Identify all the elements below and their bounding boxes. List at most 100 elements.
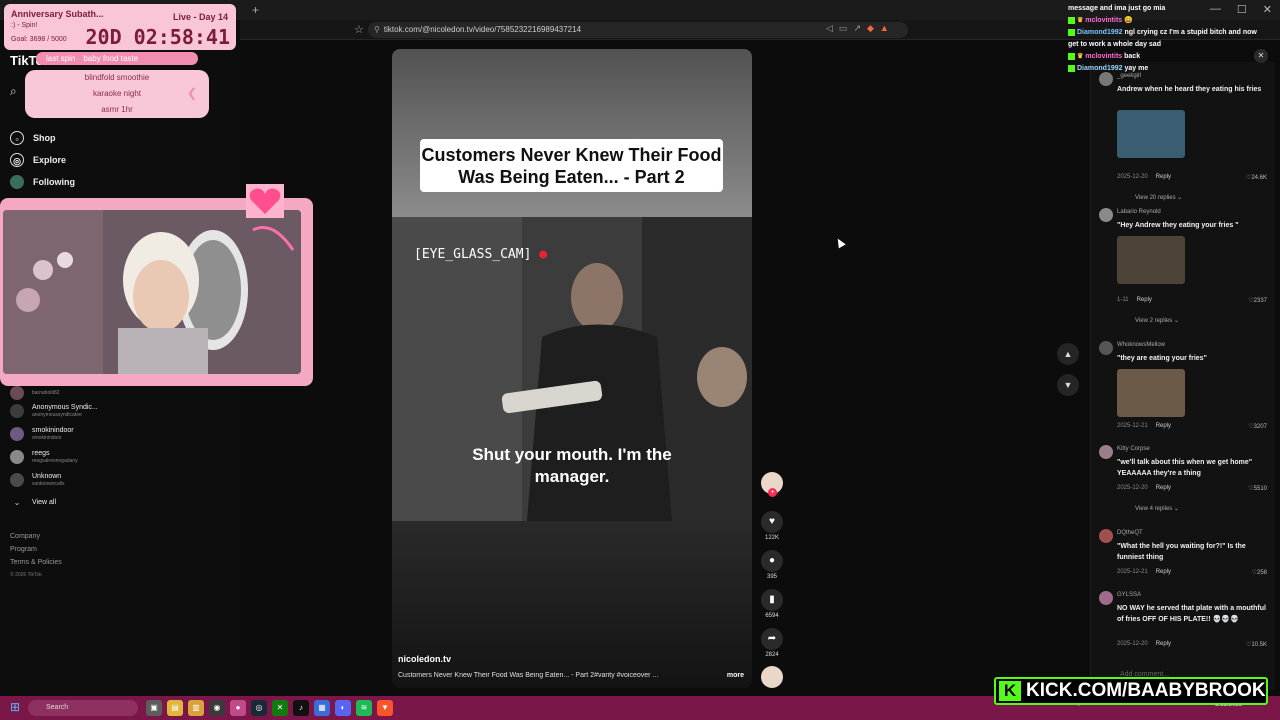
creator-avatar-button[interactable]: + [760, 472, 784, 497]
chat-line: Diamond1992 yay me [1068, 63, 1268, 75]
chat-line: ♛ mclovintits 😄 [1068, 15, 1268, 27]
chat-line: Diamond1992 ngl crying cz I'm a stupid b… [1068, 27, 1268, 51]
following-item[interactable]: Unknown sunknowncallx [10, 473, 65, 487]
view-replies[interactable]: View 4 replies ⌄ [1135, 505, 1179, 512]
comment-likes[interactable]: ♡3207 [1248, 423, 1267, 430]
comment-user[interactable]: GYLSSA [1117, 592, 1141, 598]
tiktok-app-icon[interactable]: ♪ [293, 700, 309, 716]
like-action[interactable]: ♥ 122K [760, 511, 784, 541]
footer-link-terms[interactable]: Terms & Policies [10, 556, 62, 569]
chat-message: 😄 [1124, 17, 1133, 24]
mute-tab-icon[interactable]: ◁ [826, 23, 833, 34]
taskbar-search[interactable]: Search [28, 700, 138, 716]
reply-button[interactable]: Reply [1156, 423, 1171, 429]
comment-user[interactable]: DQtheQT [1117, 530, 1143, 536]
avatar[interactable] [1099, 341, 1113, 355]
comment-text: "Hey Andrew they eating your fries " [1117, 222, 1239, 229]
avatar[interactable] [1099, 208, 1113, 222]
comment-user[interactable]: Labario Reynold [1117, 209, 1161, 215]
comment-likes[interactable]: ♡10.5K [1246, 641, 1267, 648]
chevron-up-icon[interactable]: ▲ [1057, 343, 1079, 365]
account-handle: anonymoussyndicatee [32, 412, 82, 418]
folder-icon[interactable]: ▥ [188, 700, 204, 716]
comment-date: 2025-12-20 [1117, 641, 1148, 647]
bookmark-icon[interactable]: ▮ [761, 589, 783, 611]
taskbar-apps: ▣ ▤ ▥ ◉ ● ◎ ✕ ♪ ▦ ◐ ≋ ▼ [146, 700, 393, 716]
heart-icon[interactable]: ♥ [761, 511, 783, 533]
comment-user[interactable]: Kitty Corpse [1117, 446, 1150, 452]
new-tab-button[interactable]: + [252, 3, 259, 17]
reply-button[interactable]: Reply [1156, 569, 1171, 575]
comment-like-count: 10.5K [1251, 642, 1267, 648]
task-view-icon[interactable]: ▣ [146, 700, 162, 716]
comment-likes[interactable]: ♡24.6K [1246, 174, 1267, 181]
view-replies-label: View 2 replies [1135, 318, 1173, 324]
footer-link-company[interactable]: Company [10, 530, 62, 543]
brave-icon[interactable]: ▼ [377, 700, 393, 716]
reply-button[interactable]: Reply [1156, 174, 1171, 180]
following-item[interactable]: smokinindoor smokinindoor [10, 427, 74, 441]
video-author[interactable]: nicoledon.tv [398, 654, 451, 664]
comment-icon[interactable]: ● [761, 550, 783, 572]
comment-gif[interactable] [1117, 369, 1185, 417]
avatar[interactable] [1099, 445, 1113, 459]
compass-icon: ◎ [10, 153, 24, 167]
comment-user[interactable]: WhoknowsMellow [1117, 342, 1165, 348]
file-explorer-icon[interactable]: ▤ [167, 700, 183, 716]
steam-icon[interactable]: ◎ [251, 700, 267, 716]
view-all-following[interactable]: ⌄ View all [10, 498, 56, 507]
follow-plus-icon[interactable]: + [768, 488, 777, 497]
more-button[interactable]: more [727, 672, 744, 679]
view-replies[interactable]: View 2 replies ⌄ [1135, 317, 1179, 324]
avatar[interactable] [1099, 591, 1113, 605]
brave-shields-icon[interactable]: ◆ [867, 23, 874, 34]
comment-likes[interactable]: ♡258 [1252, 569, 1267, 576]
chevron-down-icon[interactable]: ▼ [1057, 374, 1079, 396]
comment-gif[interactable] [1117, 236, 1185, 284]
cast-icon[interactable]: ▭ [839, 23, 848, 34]
following-item[interactable]: Anonymous Syndic... anonymoussyndicatee [10, 404, 98, 418]
reply-button[interactable]: Reply [1137, 297, 1152, 303]
cam-tag-text: [EYE_GLASS_CAM] [414, 247, 532, 262]
video-player[interactable]: Customers Never Knew Their Food Was Bein… [392, 49, 752, 688]
music-disc-button[interactable] [760, 666, 784, 688]
kick-badge-icon [1068, 16, 1075, 24]
share-action[interactable]: ➦ 2824 [760, 628, 784, 658]
share-icon[interactable]: ↗ [853, 23, 861, 34]
nav-shop[interactable]: ▫ Shop [10, 131, 210, 145]
kick-badge-icon [1068, 64, 1075, 72]
obs-icon[interactable]: ◉ [209, 700, 225, 716]
discord-icon[interactable]: ◐ [335, 700, 351, 716]
nav-following[interactable]: Following [10, 175, 210, 189]
spotify-icon[interactable]: ≋ [356, 700, 372, 716]
comment-meta: 2025-12-20 Reply ♡10.5K [1117, 641, 1267, 648]
subathon-goal: Goal: 3698 / 5000 [11, 36, 67, 43]
app-icon[interactable]: ● [230, 700, 246, 716]
comment-likes[interactable]: ♡2337 [1248, 297, 1267, 304]
footer-link-program[interactable]: Program [10, 543, 62, 556]
reply-button[interactable]: Reply [1156, 485, 1171, 491]
avatar[interactable] [1099, 529, 1113, 543]
subathon-spin: :) - Spin! [11, 22, 38, 29]
comment-gif[interactable] [1117, 110, 1185, 158]
bookmark-icon[interactable]: ☆ [354, 23, 364, 36]
brave-rewards-icon[interactable]: ▲ [880, 23, 889, 34]
xbox-icon[interactable]: ✕ [272, 700, 288, 716]
following-item[interactable]: reegs reegsalreonngadany [10, 450, 78, 464]
site-info-icon[interactable]: ⚲ [374, 25, 380, 34]
comment-text: NO WAY he served that plate with a mouth… [1117, 605, 1266, 623]
subathon-title: Anniversary Subath... [11, 9, 104, 19]
reply-button[interactable]: Reply [1156, 641, 1171, 647]
share-arrow-icon[interactable]: ➦ [761, 628, 783, 650]
nav-explore[interactable]: ◎ Explore [10, 153, 210, 167]
chat-line: message and ima just go mia [1068, 3, 1268, 15]
comment-action[interactable]: ● 395 [760, 550, 784, 580]
comment-likes[interactable]: ♡5510 [1248, 485, 1267, 492]
view-replies[interactable]: View 20 replies ⌄ [1135, 194, 1182, 201]
search-icon[interactable]: ⌕ [10, 84, 17, 99]
app-icon[interactable]: ▦ [314, 700, 330, 716]
save-action[interactable]: ▮ 6594 [760, 589, 784, 619]
nav-label: Explore [33, 155, 67, 165]
following-item[interactable]: barnabolit82 [10, 386, 60, 400]
windows-start-icon[interactable]: ⊞ [10, 701, 23, 714]
